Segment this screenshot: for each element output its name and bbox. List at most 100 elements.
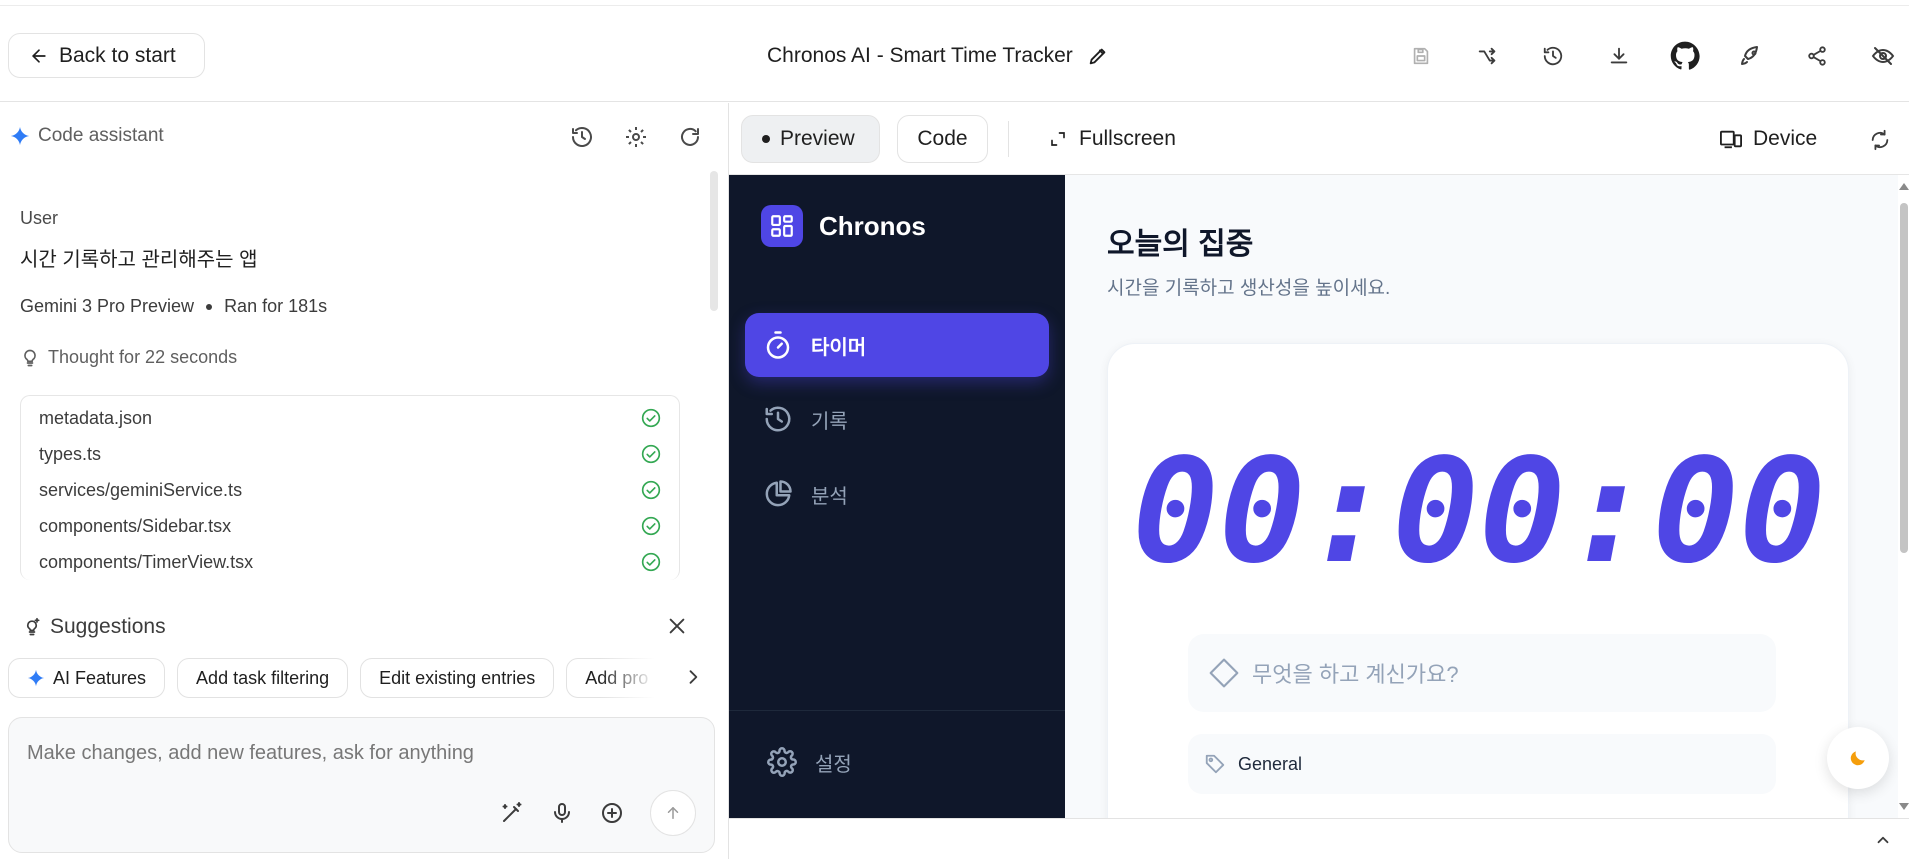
refresh-icon[interactable] — [678, 125, 702, 149]
prompt-placeholder[interactable]: Make changes, add new features, ask for … — [27, 742, 474, 765]
idea-bulb-icon — [22, 617, 42, 637]
tab-code-label: Code — [917, 127, 968, 150]
dashboard-logo-icon — [761, 205, 803, 247]
page-title: 오늘의 집중 — [1107, 228, 1254, 261]
settings-label: 설정 — [815, 753, 852, 776]
active-dot — [762, 135, 770, 143]
chat-scrollbar-thumb[interactable] — [710, 171, 718, 311]
preview-scrollbar[interactable] — [1898, 175, 1909, 818]
fullscreen-icon — [1049, 130, 1067, 148]
sidebar-divider — [729, 710, 1065, 711]
microphone-icon[interactable] — [550, 801, 574, 825]
check-circle-icon — [641, 552, 661, 572]
devices-icon — [1719, 128, 1743, 150]
history-icon[interactable] — [1537, 40, 1569, 72]
nav-item-history[interactable]: 기록 — [745, 387, 1049, 451]
chevron-right-icon[interactable] — [683, 667, 703, 687]
github-icon[interactable] — [1669, 40, 1701, 72]
edit-title-icon[interactable] — [1087, 45, 1109, 67]
user-label: User — [20, 208, 59, 228]
file-row[interactable]: metadata.json — [21, 400, 679, 436]
composer-actions — [500, 790, 696, 836]
chip-label: Edit existing entries — [379, 667, 536, 688]
thought-toggle[interactable]: Thought for 22 seconds — [20, 347, 680, 368]
file-name: services/geminiService.ts — [39, 479, 243, 500]
nav-item-analytics[interactable]: 분석 — [745, 462, 1049, 526]
download-icon[interactable] — [1603, 40, 1635, 72]
rocket-icon[interactable] — [1735, 40, 1767, 72]
app-brand-name: Chronos — [819, 210, 926, 241]
preview-toolbar: Preview Code Fullscreen Device — [729, 103, 1909, 175]
preview-panel: Preview Code Fullscreen Device Chronos 타… — [728, 103, 1909, 859]
sparkle-icon — [10, 126, 30, 146]
tab-code[interactable]: Code — [897, 115, 988, 163]
category-select[interactable]: General — [1188, 734, 1776, 794]
run-meta: Gemini 3 Pro Preview Ran for 181s — [20, 296, 680, 317]
tab-preview[interactable]: Preview — [741, 115, 880, 163]
back-to-start-button[interactable]: Back to start — [8, 33, 205, 78]
app-main: 오늘의 집중 시간을 기록하고 생산성을 높이세요. 00:00:00 무엇을 … — [1065, 175, 1898, 818]
check-circle-icon — [641, 444, 661, 464]
app-preview-frame: Chronos 타이머 기록 분석 설정 오늘의 집중 시간을 기록하고 생산성… — [729, 175, 1898, 818]
theme-toggle-button[interactable] — [1827, 727, 1889, 789]
preview-scrollbar-thumb[interactable] — [1900, 203, 1908, 553]
suggestions-title: Suggestions — [50, 615, 166, 638]
assistant-actions — [570, 125, 702, 149]
suggestion-chip[interactable]: Edit existing entries — [360, 658, 555, 698]
suggestion-chip[interactable]: Add task filtering — [177, 658, 349, 698]
assistant-header: Code assistant — [10, 125, 164, 147]
hide-icon[interactable] — [1867, 40, 1899, 72]
save-icon[interactable] — [1405, 40, 1437, 72]
timer-display: 00:00:00 — [1132, 427, 1826, 595]
rotate-device-icon[interactable] — [1869, 129, 1891, 151]
moon-icon — [1848, 748, 1868, 768]
file-name: metadata.json — [39, 407, 153, 428]
history-icon[interactable] — [570, 125, 594, 149]
toolbar-divider — [1008, 121, 1009, 157]
settings-gear-icon[interactable] — [624, 125, 648, 149]
file-row[interactable]: components/Sidebar.tsx — [21, 508, 679, 544]
fork-icon[interactable] — [1471, 40, 1503, 72]
suggestions-header: Suggestions — [22, 615, 166, 639]
send-button[interactable] — [650, 790, 696, 836]
nav-label: 타이머 — [811, 336, 867, 359]
chevron-up-icon[interactable] — [1874, 831, 1892, 849]
run-time: Ran for 181s — [224, 296, 328, 316]
assistant-title: Code assistant — [38, 125, 164, 146]
file-row[interactable]: services/geminiService.ts — [21, 472, 679, 508]
generated-files-list: metadata.json types.ts services/geminiSe… — [20, 395, 680, 580]
gear-icon — [767, 747, 797, 777]
check-circle-icon — [641, 480, 661, 500]
chip-label: Add task filtering — [196, 667, 330, 688]
chip-label: AI Features — [53, 667, 147, 688]
share-icon[interactable] — [1801, 40, 1833, 72]
nav-item-timer[interactable]: 타이머 — [745, 313, 1049, 377]
suggestion-chip-ai-features[interactable]: AI Features — [8, 658, 166, 698]
add-circle-icon[interactable] — [600, 801, 624, 825]
device-button[interactable]: Device — [1719, 127, 1817, 151]
file-row[interactable]: types.ts — [21, 436, 679, 472]
chat-scrollbar[interactable] — [708, 153, 720, 573]
fullscreen-button[interactable]: Fullscreen — [1049, 127, 1176, 151]
tag-icon — [1204, 753, 1226, 775]
task-placeholder[interactable]: 무엇을 하고 계신가요? — [1252, 657, 1459, 689]
nav-item-settings[interactable]: 설정 — [767, 747, 852, 777]
scroll-down-arrow[interactable] — [1899, 803, 1909, 810]
file-row[interactable]: components/TimerView.tsx — [21, 544, 679, 580]
timer-icon — [763, 330, 793, 360]
scroll-up-arrow[interactable] — [1899, 183, 1909, 190]
timer-card: 00:00:00 무엇을 하고 계신가요? General — [1107, 343, 1849, 818]
fullscreen-label: Fullscreen — [1079, 127, 1176, 150]
file-name: components/Sidebar.tsx — [39, 515, 232, 536]
magic-edit-icon[interactable] — [500, 801, 524, 825]
page-subtitle: 시간을 기록하고 생산성을 높이세요. — [1107, 278, 1391, 299]
console-bar — [729, 818, 1909, 859]
thought-label: Thought for 22 seconds — [48, 347, 238, 367]
app-brand: Chronos — [761, 205, 926, 247]
separator-dot — [206, 303, 213, 310]
arrow-left-icon — [29, 46, 49, 66]
user-message: 시간 기록하고 관리해주는 앱 — [20, 249, 258, 271]
task-input[interactable]: 무엇을 하고 계신가요? — [1188, 634, 1776, 712]
close-suggestions-icon[interactable] — [666, 615, 688, 637]
prompt-composer[interactable]: Make changes, add new features, ask for … — [8, 717, 715, 853]
